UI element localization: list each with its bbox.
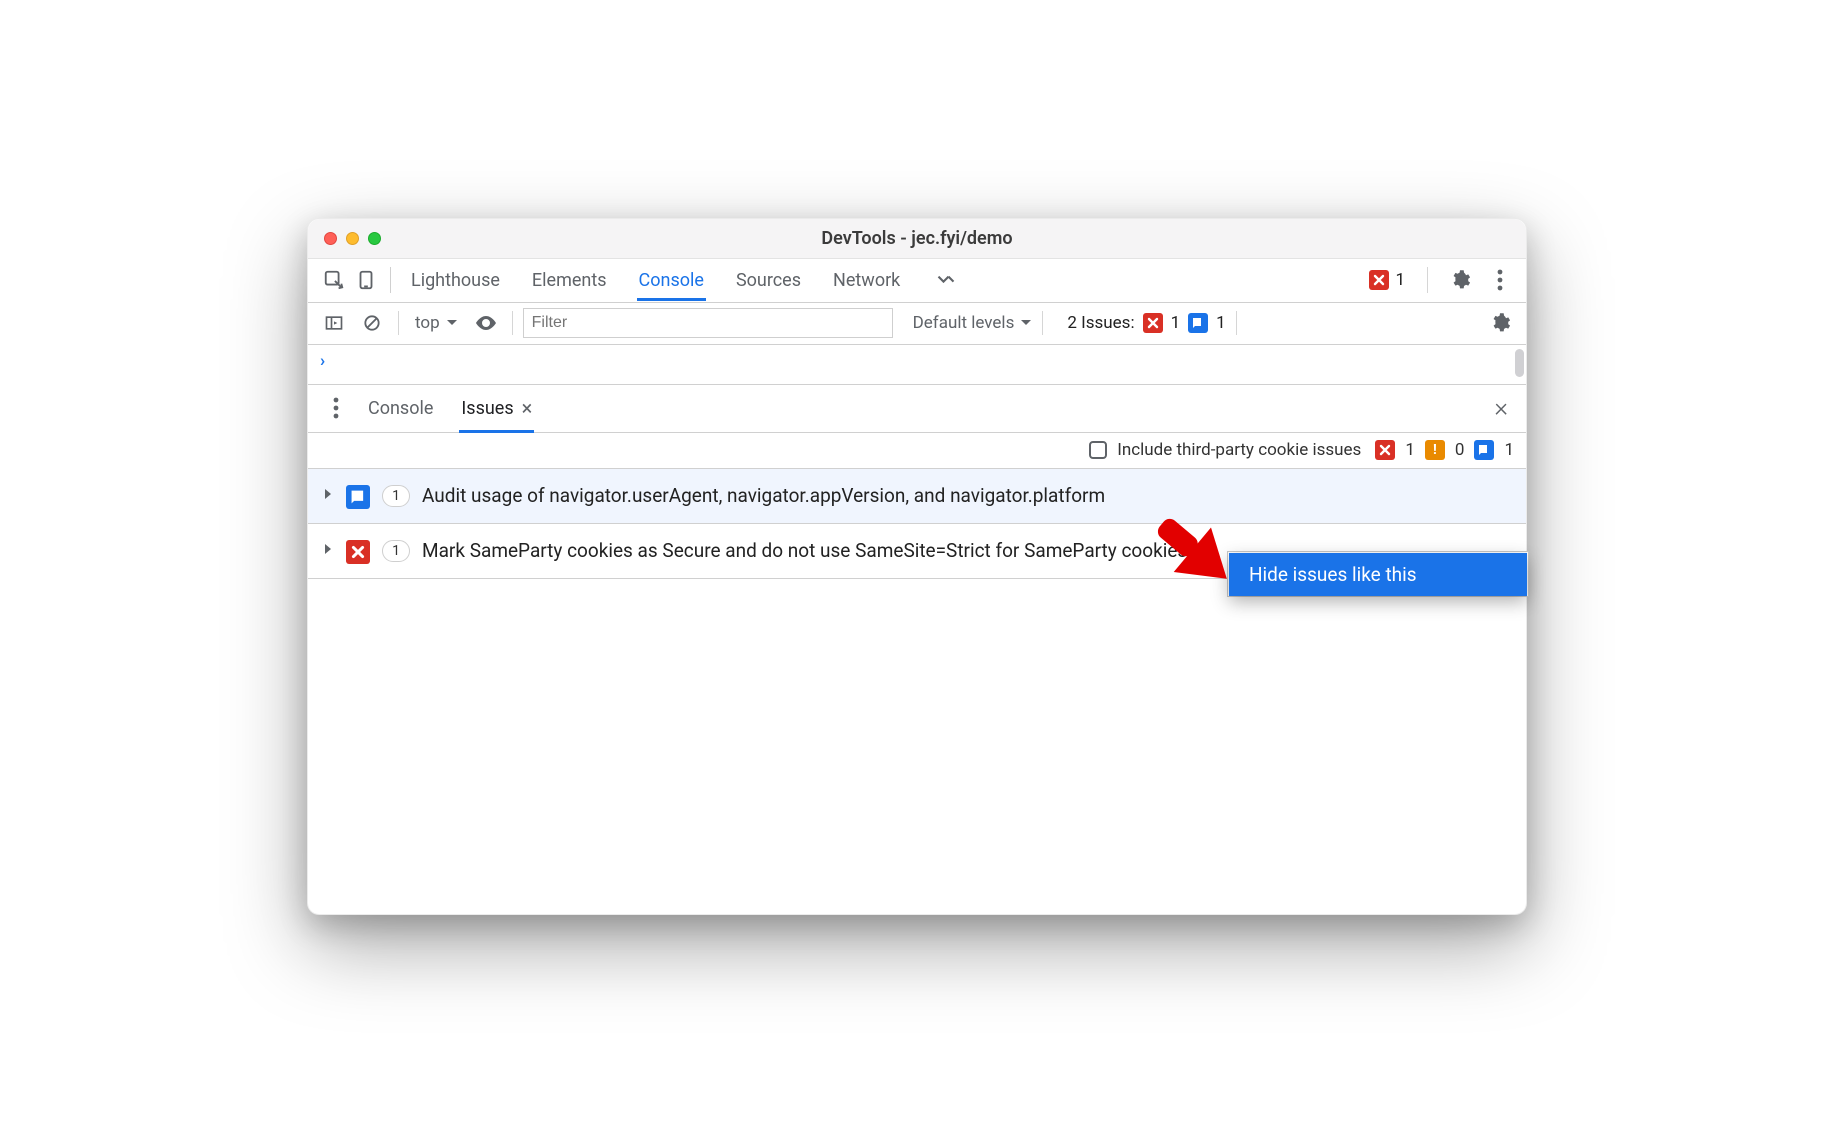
tabstrip-right: 1	[1363, 264, 1516, 296]
close-drawer-icon[interactable]: ×	[1488, 393, 1514, 423]
devtools-window: DevTools - jec.fyi/demo Lighthouse Eleme…	[307, 218, 1527, 915]
separator	[1236, 311, 1237, 335]
info-icon	[1188, 313, 1208, 333]
window-maximize[interactable]	[368, 232, 381, 245]
drawer-tabs: Console Issues ×	[366, 384, 534, 432]
close-tab-icon[interactable]: ×	[522, 396, 533, 420]
drawer-tab-issues[interactable]: Issues ×	[459, 384, 534, 432]
tab-console[interactable]: Console	[637, 260, 706, 300]
issue-count-pill: 1	[382, 540, 410, 562]
sidebar-toggle-icon[interactable]	[318, 307, 350, 339]
context-label: top	[415, 313, 440, 333]
separator	[398, 311, 399, 335]
separator	[390, 267, 391, 293]
console-prompt-icon: ›	[320, 351, 325, 371]
drawer-tabstrip: Console Issues × ×	[308, 385, 1526, 433]
more-tabs-chevron-icon[interactable]	[930, 260, 962, 292]
issues-toolbar: Include third-party cookie issues 1 ! 0 …	[308, 433, 1526, 469]
inspect-element-icon[interactable]	[318, 264, 350, 296]
context-selector[interactable]: top	[409, 311, 464, 335]
titlebar: DevTools - jec.fyi/demo	[308, 219, 1526, 259]
drawer-kebab-icon[interactable]	[320, 392, 352, 424]
issue-row[interactable]: 1 Audit usage of navigator.userAgent, na…	[308, 469, 1526, 524]
info-icon	[346, 485, 370, 509]
issues-summary[interactable]: 2 Issues: 1 1	[1067, 313, 1225, 333]
main-tabstrip: Lighthouse Elements Console Sources Netw…	[308, 259, 1526, 303]
drawer-tab-console[interactable]: Console	[366, 384, 435, 432]
issues-label: 2 Issues:	[1067, 313, 1134, 333]
issues-count-badges: 1 ! 0 1	[1375, 440, 1514, 460]
expand-triangle-icon[interactable]	[322, 488, 334, 500]
device-toolbar-icon[interactable]	[350, 264, 382, 296]
kebab-menu-icon[interactable]	[1484, 264, 1516, 296]
traffic-lights	[324, 232, 381, 245]
error-icon	[1369, 270, 1389, 290]
error-count: 1	[1405, 440, 1415, 460]
issues-error-count: 1	[1171, 313, 1181, 333]
console-body[interactable]: ›	[308, 345, 1526, 385]
main-tabs: Lighthouse Elements Console Sources Netw…	[409, 260, 962, 300]
tab-elements[interactable]: Elements	[530, 260, 609, 300]
settings-gear-icon[interactable]	[1444, 264, 1476, 296]
separator	[1427, 267, 1428, 293]
separator	[512, 311, 513, 335]
issue-title: Audit usage of navigator.userAgent, navi…	[422, 483, 1512, 509]
pointer-arrow-icon	[1138, 509, 1248, 589]
chevron-down-icon	[446, 318, 458, 328]
filter-input[interactable]	[523, 308, 893, 338]
window-title: DevTools - jec.fyi/demo	[308, 228, 1526, 249]
issues-info-count: 1	[1216, 313, 1226, 333]
info-count: 1	[1504, 440, 1514, 460]
error-icon	[346, 540, 370, 564]
warning-icon: !	[1425, 440, 1445, 460]
error-count: 1	[1395, 270, 1405, 290]
console-toolbar: top Default levels 2 Issues: 1 1	[308, 303, 1526, 345]
levels-label: Default levels	[913, 313, 1015, 333]
context-menu-item-hide[interactable]: Hide issues like this	[1249, 563, 1507, 586]
window-close[interactable]	[324, 232, 337, 245]
chevron-down-icon	[1020, 318, 1032, 328]
checkbox-icon	[1089, 441, 1107, 459]
window-minimize[interactable]	[346, 232, 359, 245]
context-menu: Hide issues like this	[1229, 553, 1527, 596]
scrollbar-thumb[interactable]	[1515, 349, 1524, 377]
error-icon	[1375, 440, 1395, 460]
tab-sources[interactable]: Sources	[734, 260, 803, 300]
error-icon	[1143, 313, 1163, 333]
error-count-badge[interactable]: 1	[1363, 268, 1411, 292]
include-third-party-toggle[interactable]: Include third-party cookie issues	[1089, 440, 1361, 460]
live-expression-eye-icon[interactable]	[470, 307, 502, 339]
tab-lighthouse[interactable]: Lighthouse	[409, 260, 502, 300]
clear-console-icon[interactable]	[356, 307, 388, 339]
log-levels-selector[interactable]: Default levels	[913, 313, 1033, 333]
issue-count-pill: 1	[382, 485, 410, 507]
drawer-tab-label: Issues	[461, 398, 513, 419]
tab-network[interactable]: Network	[831, 260, 902, 300]
include-third-party-label: Include third-party cookie issues	[1117, 440, 1361, 460]
separator	[1042, 311, 1043, 335]
warning-count: 0	[1455, 440, 1465, 460]
console-settings-gear-icon[interactable]	[1484, 307, 1516, 339]
info-icon	[1474, 440, 1494, 460]
expand-triangle-icon[interactable]	[322, 543, 334, 555]
